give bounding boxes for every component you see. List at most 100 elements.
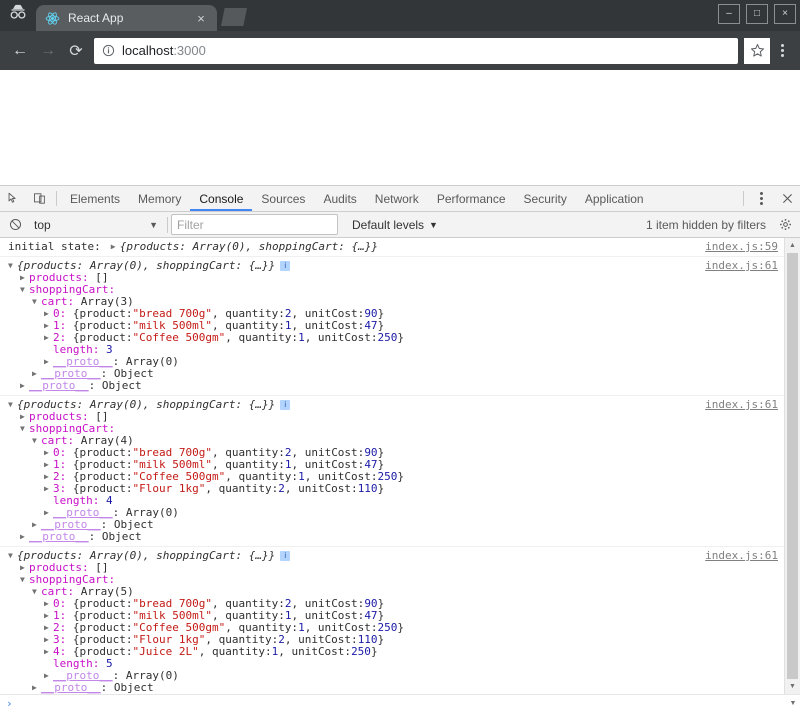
scrollbar-thumb[interactable] [787,253,798,679]
expand-arrow-icon[interactable] [44,332,53,344]
devtools-tab-security[interactable]: Security [515,186,576,211]
expand-arrow-icon[interactable] [20,531,29,543]
console-message[interactable]: index.js:61 {products: Array(0), shoppin… [0,396,784,547]
tab-close-icon[interactable]: × [193,10,209,26]
incognito-icon [0,0,36,31]
expand-arrow-icon[interactable] [20,411,29,423]
source-link[interactable]: index.js:61 [705,399,778,411]
source-link[interactable]: index.js:61 [705,550,778,562]
log-levels-select[interactable]: Default levels ▼ [352,218,438,232]
expand-arrow-icon[interactable] [44,320,53,332]
expand-arrow-icon[interactable] [20,380,29,392]
execution-context-select[interactable]: top ▼ [28,215,164,234]
proto-value: Object [101,379,142,392]
expand-arrow-icon[interactable] [44,646,53,658]
expand-arrow-icon[interactable] [44,459,53,471]
devtools-tabbar: Elements Memory Console Sources Audits N… [0,186,800,212]
devtools-tab-performance[interactable]: Performance [428,186,515,211]
unitcost-key: , unitCost: [304,331,378,344]
collapse-arrow-icon[interactable] [8,399,17,411]
array-item-row: 4: {product: "Juice 2L" , quantity: 1 , … [8,646,784,658]
log-levels-value: Default levels [352,217,425,232]
info-badge-icon[interactable]: i [280,551,291,561]
expand-arrow-icon[interactable] [20,562,29,574]
browser-window: React App × – □ × ← → ⟳ localhost:3000 E… [0,0,800,712]
unitcost-key: , unitCost: [284,482,358,495]
tab-strip: React App × – □ × [0,0,800,31]
collapse-arrow-icon[interactable] [32,586,41,598]
expand-arrow-icon[interactable] [44,622,53,634]
property-row-products: products: [] [8,562,784,574]
array-item-row: 3: {product: "Flour 1kg" , quantity: 2 ,… [8,483,784,495]
devtools-tab-memory[interactable]: Memory [129,186,190,211]
gear-icon[interactable] [772,212,798,237]
console-scrollbar[interactable]: ▲ ▼ [784,238,800,694]
devtools-tab-console[interactable]: Console [190,186,252,211]
tabbar-divider-right [743,191,744,206]
expand-arrow-icon[interactable] [44,471,53,483]
expand-arrow-icon[interactable] [20,272,29,284]
console-messages[interactable]: index.js:59 initial state: {products: Ar… [0,238,784,694]
page-info-icon[interactable] [102,44,115,57]
collapse-arrow-icon[interactable] [8,260,17,272]
info-badge-icon[interactable]: i [280,400,291,410]
info-badge-icon[interactable]: i [280,261,291,271]
expand-arrow-icon[interactable] [44,447,53,459]
devtools-tab-audits[interactable]: Audits [314,186,365,211]
close-devtools-icon[interactable] [774,186,800,211]
console-prompt[interactable]: › ▼ [0,694,800,712]
reload-icon[interactable]: ⟳ [62,37,90,65]
prompt-chevron-icon: › [6,697,13,710]
more-tools-icon[interactable] [748,186,774,211]
prompt-scroll-arrow-icon[interactable]: ▼ [786,700,800,707]
expand-arrow-icon[interactable] [44,598,53,610]
brace-close: } [397,331,405,344]
source-link[interactable]: index.js:59 [705,241,778,253]
collapse-arrow-icon[interactable] [8,550,17,562]
inspect-element-icon[interactable] [0,186,26,211]
close-button[interactable]: × [774,4,796,24]
brace-close: } [370,645,378,658]
scroll-up-arrow-icon[interactable]: ▲ [785,238,800,253]
source-link[interactable]: index.js:61 [705,260,778,272]
expand-arrow-icon[interactable] [44,483,53,495]
address-bar[interactable]: localhost:3000 [94,37,738,64]
clear-console-icon[interactable] [2,212,28,237]
toolbar-divider [56,191,57,206]
collapse-arrow-icon[interactable] [20,284,29,296]
back-icon[interactable]: ← [6,37,34,65]
chevron-down-icon-levels: ▼ [429,219,438,230]
devtools-tab-elements[interactable]: Elements [61,186,129,211]
browser-tab-react-app[interactable]: React App × [36,5,217,31]
product-value: "Juice 2L" [132,645,199,658]
device-toolbar-icon[interactable] [26,186,52,211]
console-message[interactable]: index.js:61 {products: Array(0), shoppin… [0,257,784,396]
maximize-button[interactable]: □ [746,4,768,24]
toolbar-divider-2 [167,216,168,233]
console-area: index.js:59 initial state: {products: Ar… [0,238,800,694]
devtools-tab-application[interactable]: Application [576,186,653,211]
product-value: "Flour 1kg" [132,482,206,495]
expand-arrow-icon[interactable] [44,610,53,622]
devtools-tab-sources[interactable]: Sources [252,186,314,211]
collapse-arrow-icon[interactable] [20,574,29,586]
console-filter-input[interactable]: Filter [171,214,338,235]
console-message[interactable]: index.js:61 {products: Array(0), shoppin… [0,547,784,695]
star-icon[interactable] [744,37,770,64]
scroll-down-arrow-icon[interactable]: ▼ [785,679,800,694]
three-dot-menu-icon[interactable] [770,37,794,65]
collapse-arrow-icon[interactable] [20,423,29,435]
forward-icon[interactable]: → [34,37,62,65]
devtools-tab-network[interactable]: Network [366,186,428,211]
console-message[interactable]: index.js:59 initial state: {products: Ar… [0,238,784,257]
quantity-value: 2 [278,482,285,495]
array-item-row: 2: {product: "Coffee 500gm" , quantity: … [8,332,784,344]
expand-arrow-icon[interactable] [44,308,53,320]
minimize-button[interactable]: – [718,4,740,24]
collapse-arrow-icon[interactable] [32,435,41,447]
new-tab-button[interactable] [221,8,251,28]
expand-arrow-icon[interactable] [44,634,53,646]
collapse-arrow-icon[interactable] [32,296,41,308]
brace-close: } [377,633,385,646]
expand-arrow-icon[interactable] [111,241,120,253]
